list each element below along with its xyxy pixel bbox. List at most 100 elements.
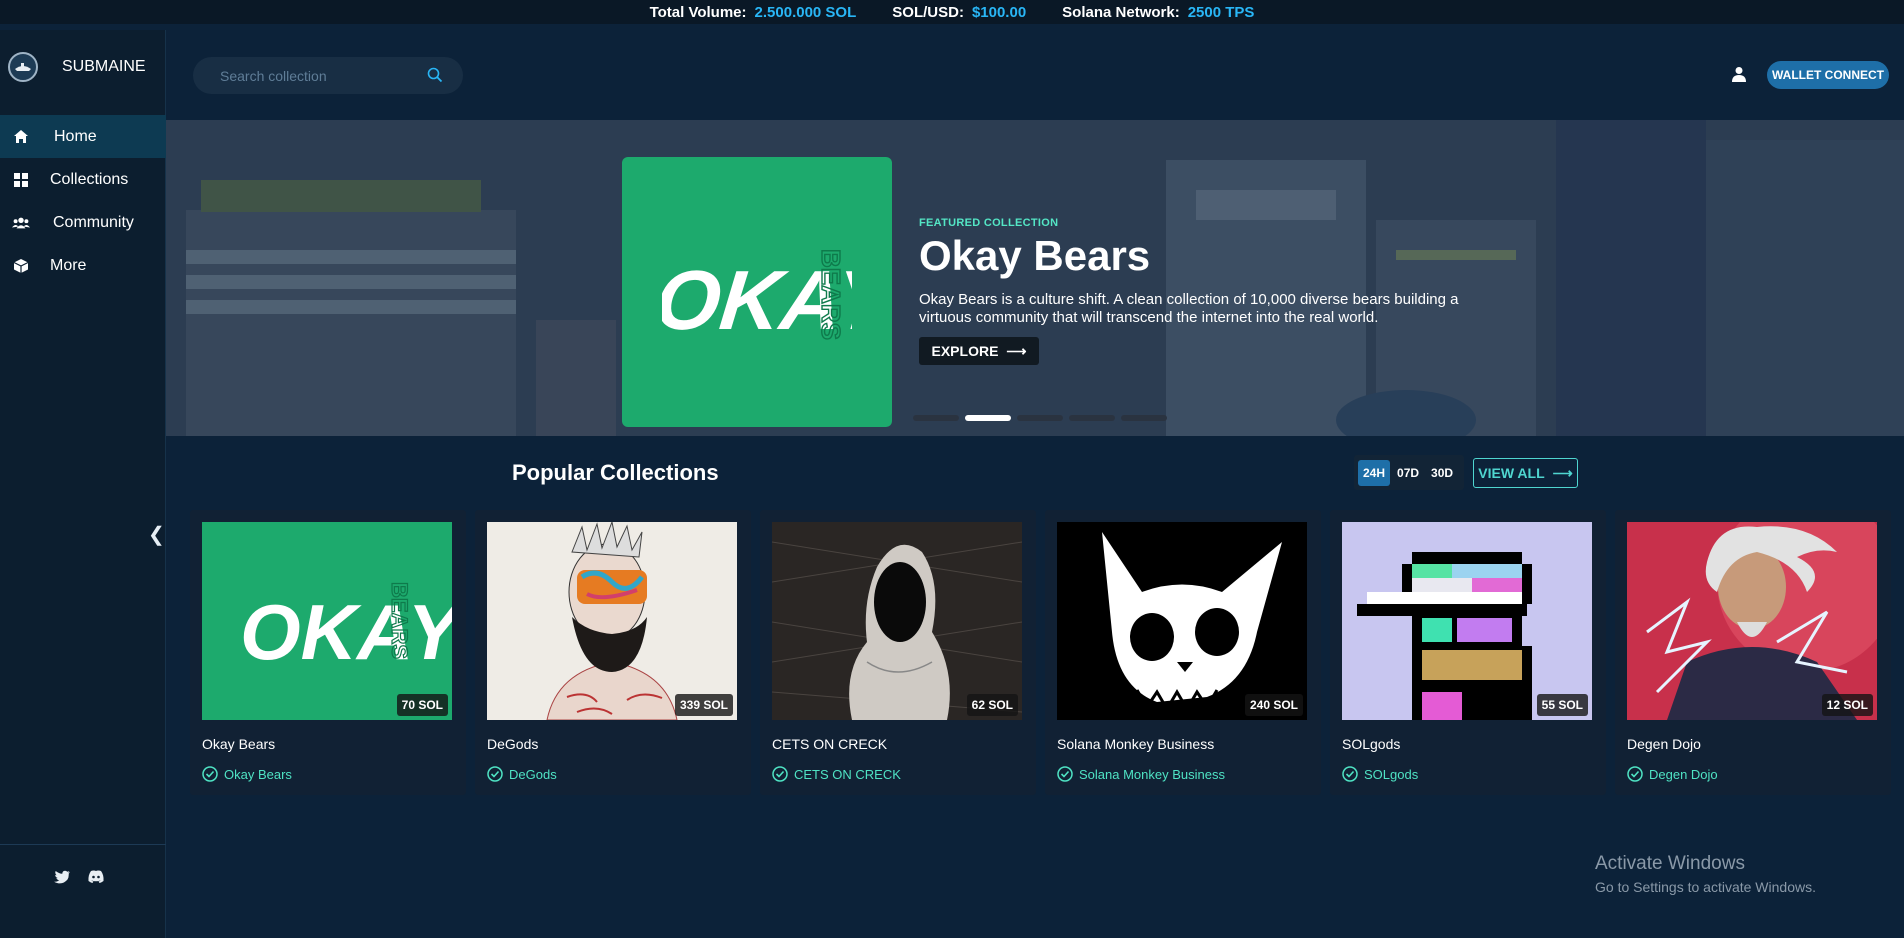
verified-row: DeGods <box>487 766 557 782</box>
collection-name: CETS ON CRECK <box>772 736 888 752</box>
collection-card[interactable]: 240 SOL Solana Monkey Business Solana Mo… <box>1045 510 1321 795</box>
stat-label: SOL/USD: <box>892 3 964 21</box>
solgods-art <box>1342 522 1592 720</box>
featured-description: Okay Bears is a culture shift. A clean c… <box>919 291 1459 326</box>
verified-label: Degen Dojo <box>1649 766 1718 782</box>
carousel-dot[interactable] <box>1121 415 1167 421</box>
collection-image: 240 SOL <box>1057 522 1307 720</box>
watermark-line2: Go to Settings to activate Windows. <box>1595 879 1816 895</box>
collection-card[interactable]: OKAY BEARS 70 SOL Okay Bears Okay Bears <box>190 510 466 795</box>
search-input[interactable] <box>220 67 420 84</box>
user-icon[interactable] <box>1731 66 1747 87</box>
verified-row: Okay Bears <box>202 766 292 782</box>
price-badge: 62 SOL <box>966 694 1018 716</box>
okay-logo-main: OKAY <box>240 588 452 676</box>
verified-label: DeGods <box>509 766 557 782</box>
collection-image: 62 SOL <box>772 522 1022 720</box>
collapse-sidebar-icon[interactable]: ❮ <box>148 522 165 547</box>
collection-name: Degen Dojo <box>1627 736 1701 752</box>
okay-bears-logo: OKAY BEARS <box>662 248 852 347</box>
carousel-dot[interactable] <box>913 415 959 421</box>
okay-logo-side: BEARS <box>387 582 412 659</box>
arrow-right-icon: ⟶ <box>1006 342 1027 359</box>
timeframe-30d[interactable]: 30D <box>1426 460 1458 486</box>
explore-label: EXPLORE <box>931 343 999 359</box>
stat-sol-usd: SOL/USD: $100.00 <box>892 4 1026 21</box>
collection-name: DeGods <box>487 736 539 752</box>
carousel-dot[interactable] <box>1017 415 1063 421</box>
verified-label: CETS ON CRECK <box>794 766 901 782</box>
stat-total-volume: Total Volume: 2.500.000 SOL <box>650 4 857 21</box>
view-all-button[interactable]: VIEW ALL ⟶ <box>1473 458 1578 488</box>
featured-label: FEATURED COLLECTION <box>919 217 1059 229</box>
cets-on-creck-art <box>772 522 1022 720</box>
verified-check-icon <box>772 766 788 782</box>
okay-bears-art: OKAY BEARS <box>240 581 452 676</box>
home-icon <box>12 128 30 146</box>
collection-card[interactable]: 12 SOL Degen Dojo Degen Dojo <box>1615 510 1891 795</box>
collection-image: OKAY BEARS 70 SOL <box>202 522 452 720</box>
sidebar-nav: Home Collections Community More <box>0 115 166 287</box>
discord-icon[interactable] <box>88 870 104 889</box>
watermark-line1: Activate Windows <box>1595 853 1745 874</box>
collection-card[interactable]: 339 SOL DeGods DeGods <box>475 510 751 795</box>
verified-check-icon <box>1342 766 1358 782</box>
price-badge: 12 SOL <box>1821 694 1873 716</box>
sidebar-item-label: Community <box>53 213 134 231</box>
explore-button[interactable]: EXPLORE ⟶ <box>919 337 1039 365</box>
sidebar-item-more[interactable]: More <box>0 244 166 287</box>
box-icon <box>12 257 30 275</box>
view-all-label: VIEW ALL <box>1478 465 1545 481</box>
twitter-icon[interactable] <box>54 870 70 889</box>
carousel-dots <box>913 415 1167 421</box>
sidebar-item-label: Collections <box>50 170 129 188</box>
wallet-connect-button[interactable]: WALLET CONNECT <box>1767 61 1889 89</box>
collection-image: 12 SOL <box>1627 522 1877 720</box>
verified-row: CETS ON CRECK <box>772 766 901 782</box>
brand[interactable]: SUBMAINE <box>8 52 146 82</box>
verified-row: SOLgods <box>1342 766 1418 782</box>
featured-hero: OKAY BEARS FEATURED COLLECTION Okay Bear… <box>166 120 1904 436</box>
timeframe-24h[interactable]: 24H <box>1358 459 1391 486</box>
stat-value: $100.00 <box>971 3 1027 21</box>
stats-bar: Total Volume: 2.500.000 SOL SOL/USD: $10… <box>0 0 1904 24</box>
collection-name: Okay Bears <box>202 736 276 752</box>
collection-card[interactable]: 62 SOL CETS ON CRECK CETS ON CRECK <box>760 510 1036 795</box>
sidebar-item-home[interactable]: Home <box>0 115 166 158</box>
verified-label: SOLgods <box>1364 766 1419 782</box>
sidebar: SUBMAINE Home Collections Community More <box>0 30 166 938</box>
sidebar-item-community[interactable]: Community <box>0 201 166 244</box>
header: WALLET CONNECT <box>166 30 1904 120</box>
stat-network: Solana Network: 2500 TPS <box>1062 4 1254 21</box>
stat-value: 2500 TPS <box>1187 3 1255 21</box>
sidebar-item-label: More <box>50 256 87 274</box>
collection-image: 55 SOL <box>1342 522 1592 720</box>
featured-collection-image[interactable]: OKAY BEARS <box>622 157 892 427</box>
submarine-logo-icon <box>8 52 38 82</box>
carousel-dot-active[interactable] <box>965 415 1011 421</box>
users-icon <box>12 214 30 232</box>
social-links <box>54 870 104 889</box>
windows-activation-watermark: Activate Windows Go to Settings to activ… <box>1595 853 1816 895</box>
degods-art <box>487 522 737 720</box>
sidebar-divider <box>0 844 166 845</box>
stat-value: 2.500.000 SOL <box>754 3 857 21</box>
featured-title: Okay Bears <box>919 232 1151 279</box>
verified-label: Solana Monkey Business <box>1079 766 1225 782</box>
okay-logo-side: BEARS <box>816 249 846 340</box>
price-badge: 240 SOL <box>1244 694 1303 716</box>
price-badge: 70 SOL <box>396 694 448 716</box>
carousel-dot[interactable] <box>1069 415 1115 421</box>
verified-check-icon <box>1627 766 1643 782</box>
timeframe-07d[interactable]: 07D <box>1392 460 1424 486</box>
section-title: Popular Collections <box>512 460 719 485</box>
verified-label: Okay Bears <box>224 766 292 782</box>
stat-label: Total Volume: <box>649 3 747 21</box>
verified-check-icon <box>202 766 218 782</box>
timeframe-selector: 24H 07D 30D <box>1354 455 1464 490</box>
search-icon[interactable] <box>427 67 443 88</box>
verified-row: Solana Monkey Business <box>1057 766 1225 782</box>
verified-row: Degen Dojo <box>1627 766 1718 782</box>
sidebar-item-collections[interactable]: Collections <box>0 158 166 201</box>
collection-card[interactable]: 55 SOL SOLgods SOLgods <box>1330 510 1606 795</box>
